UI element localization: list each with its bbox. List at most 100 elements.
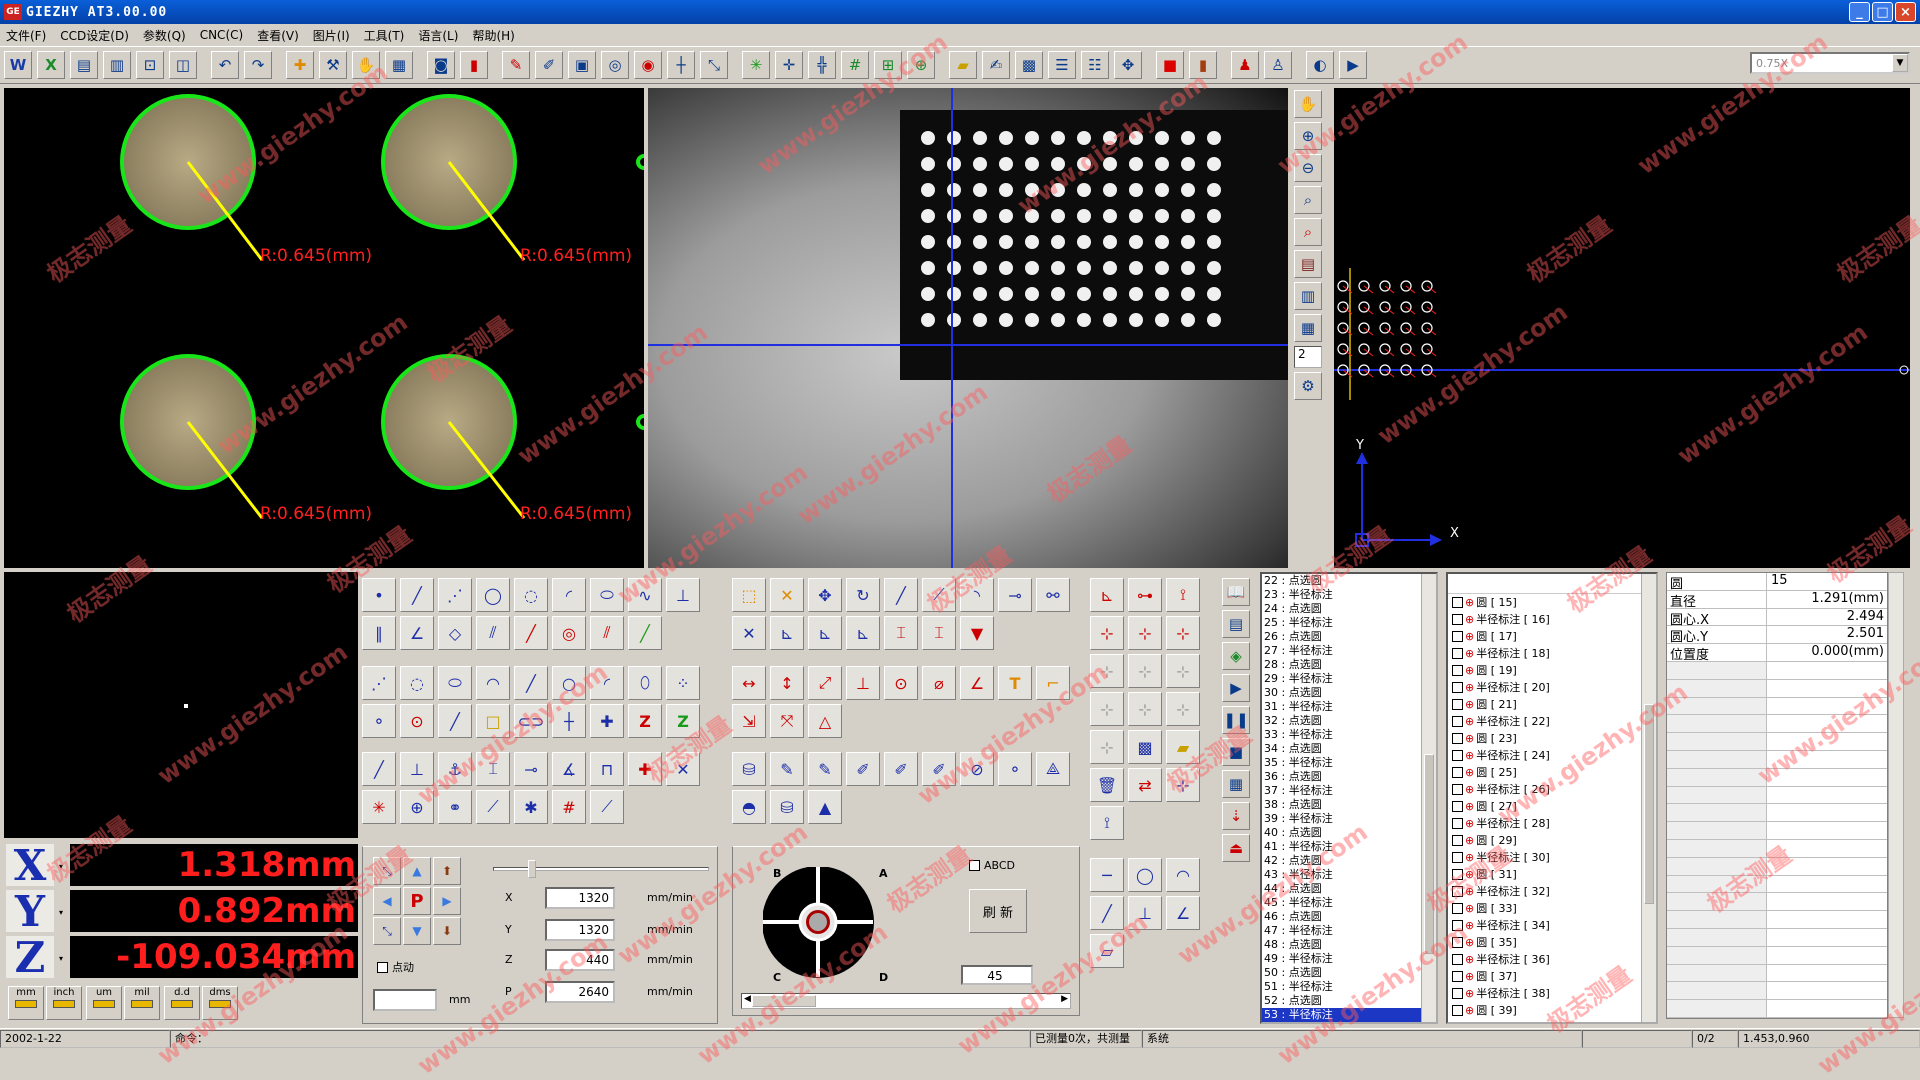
program-list-item[interactable]: 26 : 点选圆 bbox=[1262, 630, 1436, 644]
program-list-item[interactable]: 48 : 点选圆 bbox=[1262, 938, 1436, 952]
perpendicular-icon[interactable]: ⊥ bbox=[666, 578, 700, 612]
cross-red-icon[interactable]: ✚ bbox=[628, 752, 662, 786]
parallel-icon[interactable]: ∥ bbox=[362, 616, 396, 650]
speed-y-input[interactable]: 1320 bbox=[545, 919, 615, 941]
circle-red-icon[interactable]: ◎ bbox=[552, 616, 586, 650]
joystick-hscroll[interactable]: ◀ ▶ bbox=[741, 993, 1071, 1009]
auto-circle-icon[interactable]: ◌ bbox=[400, 666, 434, 700]
coord-save-icon[interactable]: ⊹ bbox=[1090, 730, 1124, 764]
item-checkbox[interactable] bbox=[1452, 818, 1463, 829]
save-disk-icon[interactable]: ▩ bbox=[1015, 51, 1043, 79]
unit-dms-button[interactable]: dms bbox=[202, 986, 238, 1020]
program-list-item[interactable]: 49 : 半径标注 bbox=[1262, 952, 1436, 966]
multi-circle-icon[interactable]: ⚬ bbox=[362, 704, 396, 738]
item-checkbox[interactable] bbox=[1452, 631, 1463, 642]
program-list-item[interactable]: 30 : 点选圆 bbox=[1262, 686, 1436, 700]
z-up-icon[interactable]: ⬆ bbox=[433, 857, 461, 885]
chart-edit-icon[interactable]: ✍ bbox=[982, 51, 1010, 79]
slope-icon[interactable]: ⟋ bbox=[590, 790, 624, 824]
arc-shape-icon[interactable]: ◠ bbox=[1166, 858, 1200, 892]
element-tree-item[interactable]: ⊕ 半径标注 [ 24] bbox=[1448, 747, 1656, 764]
wand-icon[interactable]: ⚒ bbox=[319, 51, 347, 79]
grid-view-icon[interactable]: ▦ bbox=[1294, 314, 1322, 342]
settings-icon[interactable]: ⚙ bbox=[1294, 372, 1322, 400]
pad-circle[interactable] bbox=[381, 94, 526, 261]
probe-icon[interactable]: ▼ bbox=[960, 616, 994, 650]
horiz-dim-icon[interactable]: ↔ bbox=[732, 666, 766, 700]
circle-tool-icon[interactable]: ◯ bbox=[476, 578, 510, 612]
zoom-out-icon[interactable]: ⊖ bbox=[1294, 154, 1322, 182]
cross-diag-icon[interactable]: ✕ bbox=[666, 752, 700, 786]
circle-shape-icon[interactable]: ◯ bbox=[1128, 858, 1162, 892]
parallelogram-icon[interactable]: ▱ bbox=[1090, 934, 1124, 968]
element-tree-item[interactable]: ⊕ 圆 [ 29] bbox=[1448, 832, 1656, 849]
program-list-item[interactable]: 24 : 点选圆 bbox=[1262, 602, 1436, 616]
cube-icon[interactable]: ◈ bbox=[1222, 642, 1250, 670]
axes-xy-icon[interactable]: ⊾ bbox=[808, 616, 842, 650]
item-checkbox[interactable] bbox=[1452, 988, 1463, 999]
coord-swap-icon[interactable]: ⇄ bbox=[1128, 768, 1162, 802]
element-tree-item[interactable]: ⊕ 圆 [ 27] bbox=[1448, 798, 1656, 815]
line-tool-icon[interactable]: ╱ bbox=[400, 578, 434, 612]
steps-icon[interactable]: ⇣ bbox=[1222, 802, 1250, 830]
speed-slider[interactable] bbox=[493, 860, 709, 878]
item-checkbox[interactable] bbox=[1452, 699, 1463, 710]
pad-circle[interactable] bbox=[120, 354, 264, 519]
program-list-item[interactable]: 36 : 点选圆 bbox=[1262, 770, 1436, 784]
angle-shape-icon[interactable]: ∠ bbox=[1166, 896, 1200, 930]
element-tree-item[interactable]: ⊕ 圆 [ 25] bbox=[1448, 764, 1656, 781]
ray-icon[interactable]: ⟋ bbox=[476, 790, 510, 824]
program-list-item[interactable]: 28 : 点选圆 bbox=[1262, 658, 1436, 672]
coord-e-icon[interactable]: ⊹ bbox=[1128, 692, 1162, 726]
element-tree-item[interactable]: ⊕ 半径标注 [ 38] bbox=[1448, 985, 1656, 1002]
abcd-checkbox[interactable]: ABCD bbox=[969, 859, 1015, 872]
grid-square-icon[interactable]: ⊞ bbox=[874, 51, 902, 79]
height2-icon[interactable]: ⌶ bbox=[922, 616, 956, 650]
multi-dim-icon[interactable]: ⇲ bbox=[732, 704, 766, 738]
hand-pan-icon[interactable]: ✋ bbox=[352, 51, 380, 79]
hand-icon[interactable]: ✋ bbox=[1294, 90, 1322, 118]
cylinder-icon[interactable]: ⛁ bbox=[732, 752, 766, 786]
focus-icon[interactable]: ◎ bbox=[601, 51, 629, 79]
joystick-value-input[interactable]: 45 bbox=[961, 965, 1033, 985]
item-checkbox[interactable] bbox=[1452, 971, 1463, 982]
program-list-item[interactable]: 31 : 半径标注 bbox=[1262, 700, 1436, 714]
home-icon[interactable]: ⤡ bbox=[373, 857, 401, 885]
leader-icon[interactable]: ⌐ bbox=[1036, 666, 1070, 700]
cross-dim-icon[interactable]: ⤧ bbox=[770, 704, 804, 738]
pause-icon[interactable]: ❚❚ bbox=[1222, 706, 1250, 734]
circle-3p-icon[interactable]: ◌ bbox=[514, 578, 548, 612]
menu-image[interactable]: 图片(I) bbox=[313, 27, 350, 44]
perp-foot-icon[interactable]: ⊥ bbox=[400, 752, 434, 786]
circle-outline-icon[interactable]: ○ bbox=[552, 666, 586, 700]
element-tree-item[interactable]: ⊕ 圆 [ 31] bbox=[1448, 866, 1656, 883]
z-down-icon[interactable]: ⬇ bbox=[433, 917, 461, 945]
program-list-item[interactable]: 41 : 半径标注 bbox=[1262, 840, 1436, 854]
unit-um-button[interactable]: um bbox=[86, 986, 122, 1020]
table2-icon[interactable]: ☷ bbox=[1081, 51, 1109, 79]
auto-line-icon[interactable]: ⋰ bbox=[362, 666, 396, 700]
camera-icon[interactable]: ◙ bbox=[427, 51, 455, 79]
menu-file[interactable]: 文件(F) bbox=[6, 27, 46, 44]
speed-z-input[interactable]: 440 bbox=[545, 949, 615, 971]
layers2-icon[interactable]: ▤ bbox=[1222, 610, 1250, 638]
tri-dim-icon[interactable]: △ bbox=[808, 704, 842, 738]
axes-x-icon[interactable]: ⊾ bbox=[770, 616, 804, 650]
axis-point-icon[interactable]: ┼ bbox=[552, 704, 586, 738]
cad-icon[interactable]: ◫ bbox=[169, 51, 197, 79]
up-arrow-icon[interactable]: ▲ bbox=[403, 857, 431, 885]
element-tree-item[interactable]: ⊕ 半径标注 [ 36] bbox=[1448, 951, 1656, 968]
program-list-item[interactable]: 38 : 点选圆 bbox=[1262, 798, 1436, 812]
excel-export-icon[interactable]: X bbox=[37, 51, 65, 79]
light-icon[interactable]: ▮ bbox=[460, 51, 488, 79]
close-button[interactable]: × bbox=[1895, 2, 1916, 22]
item-checkbox[interactable] bbox=[1452, 750, 1463, 761]
program-list-item[interactable]: 39 : 半径标注 bbox=[1262, 812, 1436, 826]
height-icon[interactable]: ⌶ bbox=[884, 616, 918, 650]
pen-red-icon[interactable]: ✎ bbox=[502, 51, 530, 79]
hash-red-icon[interactable]: # bbox=[552, 790, 586, 824]
diag-dim-icon[interactable]: ⤢ bbox=[808, 666, 842, 700]
layers-icon[interactable]: ▤ bbox=[1294, 250, 1322, 278]
stop-icon[interactable]: ■ bbox=[1222, 738, 1250, 766]
move-icon[interactable]: ✥ bbox=[808, 578, 842, 612]
